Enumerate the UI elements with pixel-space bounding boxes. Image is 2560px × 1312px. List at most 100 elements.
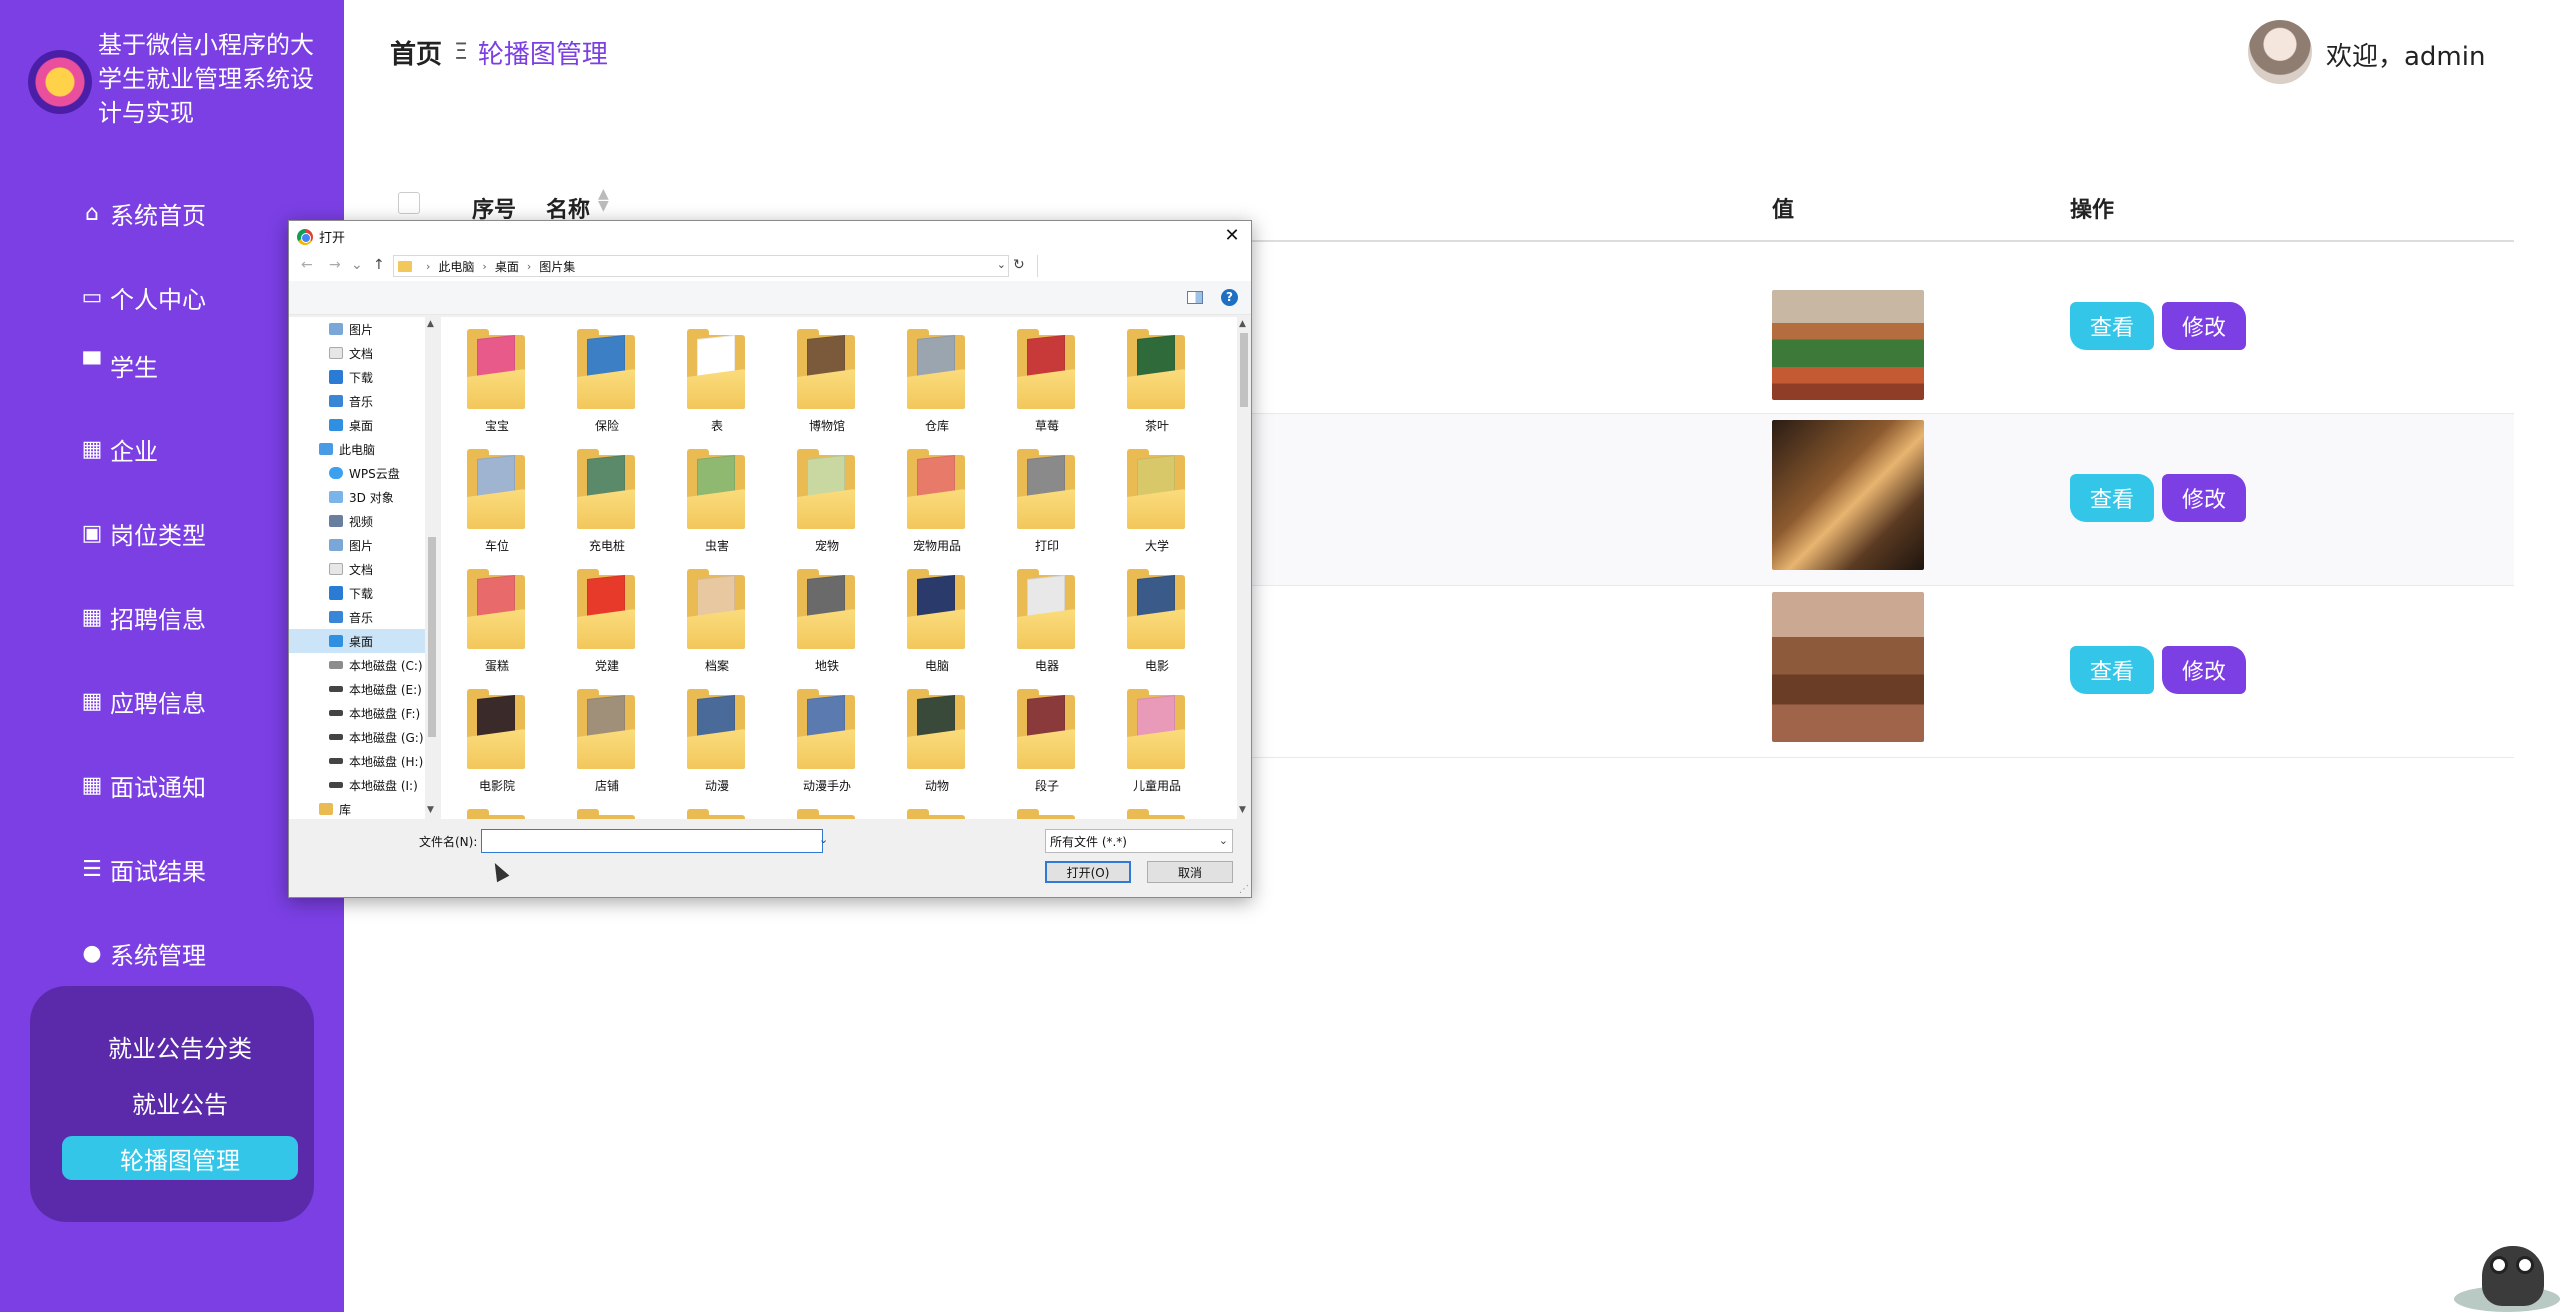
edit-button[interactable]: 修改: [2162, 646, 2246, 694]
sort-icon[interactable]: ▲ ▼: [598, 187, 609, 213]
tree-item-documents[interactable]: 文档: [289, 341, 425, 365]
recent-dropdown-icon[interactable]: ⌄: [351, 257, 363, 273]
carousel-image-thumbnail[interactable]: [1772, 592, 1924, 742]
file-item[interactable]: 车位: [451, 449, 543, 559]
file-item[interactable]: [1001, 809, 1093, 819]
sidebar-item-system[interactable]: ● 系统管理: [78, 928, 206, 978]
tree-scrollbar[interactable]: ▲ ▼: [425, 317, 439, 819]
resize-grip-icon[interactable]: ⋰: [1239, 884, 1249, 895]
files-scrollbar-thumb[interactable]: [1240, 333, 1248, 407]
file-item[interactable]: 档案: [671, 569, 763, 679]
sidebar-item-recruitment[interactable]: ▦ 招聘信息: [78, 592, 206, 642]
file-item[interactable]: 宠物用品: [891, 449, 983, 559]
file-item[interactable]: 蛋糕: [451, 569, 543, 679]
tree-item-3d-objects[interactable]: 3D 对象: [289, 485, 425, 509]
sidebar-item-students[interactable]: ▀ 学生: [78, 340, 158, 390]
path-segment[interactable]: 桌面: [495, 258, 519, 275]
open-button[interactable]: 打开(O): [1045, 861, 1131, 883]
file-item[interactable]: 动漫手办: [781, 689, 873, 799]
file-item[interactable]: 宠物: [781, 449, 873, 559]
sidebar-item-interview-notice[interactable]: ▦ 面试通知: [78, 760, 206, 810]
view-button[interactable]: 查看: [2070, 474, 2154, 522]
file-item[interactable]: 地铁: [781, 569, 873, 679]
tree-item-drive-c[interactable]: 本地磁盘 (C:): [289, 653, 425, 677]
file-item[interactable]: 店铺: [561, 689, 653, 799]
tree-item-drive-f[interactable]: 本地磁盘 (F:): [289, 701, 425, 725]
edit-button[interactable]: 修改: [2162, 302, 2246, 350]
tree-item-videos[interactable]: 视频: [289, 509, 425, 533]
file-item[interactable]: 虫害: [671, 449, 763, 559]
file-item[interactable]: [891, 809, 983, 819]
tree-item-wps-cloud[interactable]: WPS云盘: [289, 461, 425, 485]
preview-pane-icon[interactable]: [1187, 291, 1203, 304]
tree-item-documents-2[interactable]: 文档: [289, 557, 425, 581]
up-arrow-icon[interactable]: ↑: [373, 257, 385, 273]
file-item[interactable]: 仓库: [891, 329, 983, 439]
file-item[interactable]: 打印: [1001, 449, 1093, 559]
cancel-button[interactable]: 取消: [1147, 861, 1233, 883]
file-item[interactable]: 大学: [1111, 449, 1203, 559]
sidebar-item-interview-result[interactable]: ☰ 面试结果: [78, 844, 206, 894]
file-item[interactable]: 党建: [561, 569, 653, 679]
file-item[interactable]: 电脑: [891, 569, 983, 679]
tree-item-drive-i[interactable]: 本地磁盘 (I:): [289, 773, 425, 797]
sidebar-item-profile[interactable]: ▭ 个人中心: [78, 272, 206, 322]
tree-item-this-pc[interactable]: 此电脑: [289, 437, 425, 461]
sidebar-item-applications[interactable]: ▦ 应聘信息: [78, 676, 206, 726]
filename-input[interactable]: [481, 829, 823, 853]
scroll-down-icon[interactable]: ▼: [1239, 805, 1246, 815]
file-item[interactable]: 电影: [1111, 569, 1203, 679]
back-arrow-icon[interactable]: ←: [301, 257, 313, 273]
tree-item-desktop-2[interactable]: 桌面: [289, 629, 425, 653]
submenu-notice-category[interactable]: 就业公告分类: [62, 1024, 298, 1068]
file-item[interactable]: 茶叶: [1111, 329, 1203, 439]
carousel-image-thumbnail[interactable]: [1772, 420, 1924, 570]
chevron-down-icon[interactable]: ⌄: [819, 833, 828, 846]
file-item[interactable]: [561, 809, 653, 819]
tree-item-drive-g[interactable]: 本地磁盘 (G:): [289, 725, 425, 749]
avatar[interactable]: [2248, 20, 2312, 84]
breadcrumb-home[interactable]: 首页: [390, 34, 442, 71]
close-icon[interactable]: ✕: [1219, 223, 1245, 249]
file-item[interactable]: 儿童用品: [1111, 689, 1203, 799]
view-button[interactable]: 查看: [2070, 646, 2154, 694]
path-segment[interactable]: 此电脑: [438, 258, 474, 275]
search-input[interactable]: [1037, 255, 1241, 277]
file-item[interactable]: 段子: [1001, 689, 1093, 799]
filetype-select[interactable]: 所有文件 (*.*) ⌄: [1045, 829, 1233, 853]
file-item[interactable]: 宝宝: [451, 329, 543, 439]
view-button[interactable]: 查看: [2070, 302, 2154, 350]
tree-item-desktop[interactable]: 桌面: [289, 413, 425, 437]
scroll-up-icon[interactable]: ▲: [427, 319, 434, 329]
file-item[interactable]: 保险: [561, 329, 653, 439]
file-item[interactable]: 电影院: [451, 689, 543, 799]
tree-item-music-2[interactable]: 音乐: [289, 605, 425, 629]
chevron-down-icon[interactable]: ⌄: [997, 258, 1006, 271]
file-item[interactable]: 表: [671, 329, 763, 439]
edit-button[interactable]: 修改: [2162, 474, 2246, 522]
carousel-image-thumbnail[interactable]: [1772, 290, 1924, 400]
file-item[interactable]: 草莓: [1001, 329, 1093, 439]
scroll-down-icon[interactable]: ▼: [427, 805, 434, 815]
select-all-checkbox[interactable]: [398, 192, 420, 214]
file-item[interactable]: 动漫: [671, 689, 763, 799]
file-item[interactable]: [781, 809, 873, 819]
submenu-carousel[interactable]: 轮播图管理: [62, 1136, 298, 1180]
file-item[interactable]: 电器: [1001, 569, 1093, 679]
tree-item-downloads[interactable]: 下载: [289, 365, 425, 389]
tree-item-pictures[interactable]: 图片: [289, 317, 425, 341]
dialog-titlebar[interactable]: 打开 ✕: [289, 221, 1251, 251]
sidebar-item-job-types[interactable]: ▣ 岗位类型: [78, 508, 206, 558]
forward-arrow-icon[interactable]: →: [329, 257, 341, 273]
file-item[interactable]: [1111, 809, 1203, 819]
address-bar[interactable]: › 此电脑 › 桌面 › 图片集 ⌄: [393, 255, 1009, 277]
scroll-up-icon[interactable]: ▲: [1239, 319, 1246, 329]
tree-item-music[interactable]: 音乐: [289, 389, 425, 413]
help-icon[interactable]: ?: [1221, 289, 1238, 306]
tree-scrollbar-thumb[interactable]: [428, 537, 436, 737]
file-item[interactable]: 动物: [891, 689, 983, 799]
file-item[interactable]: [671, 809, 763, 819]
sidebar-item-home[interactable]: ⌂ 系统首页: [78, 188, 206, 238]
file-item[interactable]: [451, 809, 543, 819]
sidebar-item-companies[interactable]: ▦ 企业: [78, 424, 158, 474]
